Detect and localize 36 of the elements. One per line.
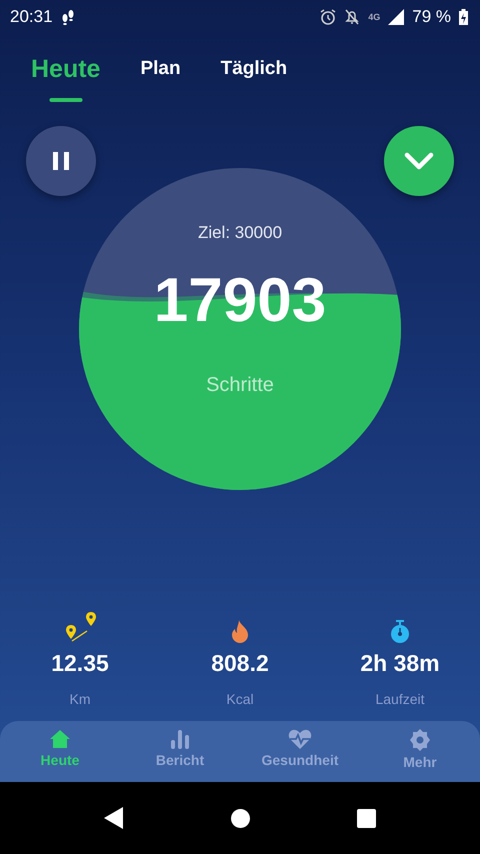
nav-item[interactable]: Bericht [120, 721, 240, 782]
back-icon[interactable] [104, 807, 124, 829]
stat-value: 12.35 [51, 650, 109, 677]
nav-item[interactable]: Heute [0, 721, 120, 782]
tab[interactable]: Heute [31, 48, 100, 102]
chevron-down-icon [404, 152, 434, 170]
stat-value: 2h 38m [360, 650, 440, 677]
network-type: 4G [368, 12, 380, 22]
flame-icon [229, 620, 251, 644]
steps-label: Schritte [206, 374, 274, 397]
bar-chart-icon [169, 729, 191, 749]
stopwatch-icon [389, 620, 411, 644]
pause-icon [52, 151, 70, 171]
tab[interactable]: Täglich [220, 48, 288, 102]
step-count: 17903 [154, 265, 326, 336]
nav-item[interactable]: Mehr [360, 721, 480, 782]
nav-item[interactable]: Gesundheit [240, 721, 360, 782]
tab[interactable]: Plan [140, 48, 181, 102]
bell-off-icon [344, 9, 360, 25]
stat-label: Kcal [226, 691, 254, 707]
battery-percent: 79 % [412, 7, 451, 27]
settings-icon [409, 729, 431, 751]
battery-icon [459, 9, 468, 25]
home-button-icon[interactable] [230, 808, 250, 828]
stat-label: Laufzeit [375, 691, 425, 707]
status-time: 20:31 [10, 7, 53, 27]
recents-icon[interactable] [357, 808, 376, 828]
map-pins-icon [63, 612, 97, 644]
heart-pulse-icon [288, 729, 312, 749]
footprints-icon [60, 9, 75, 25]
goal-text: Ziel: 30000 [198, 223, 282, 243]
home-icon [49, 729, 71, 749]
alarm-icon [320, 9, 336, 25]
stat-label: Km [70, 691, 90, 707]
signal-icon [388, 9, 404, 25]
stat-value: 808.2 [211, 650, 269, 677]
